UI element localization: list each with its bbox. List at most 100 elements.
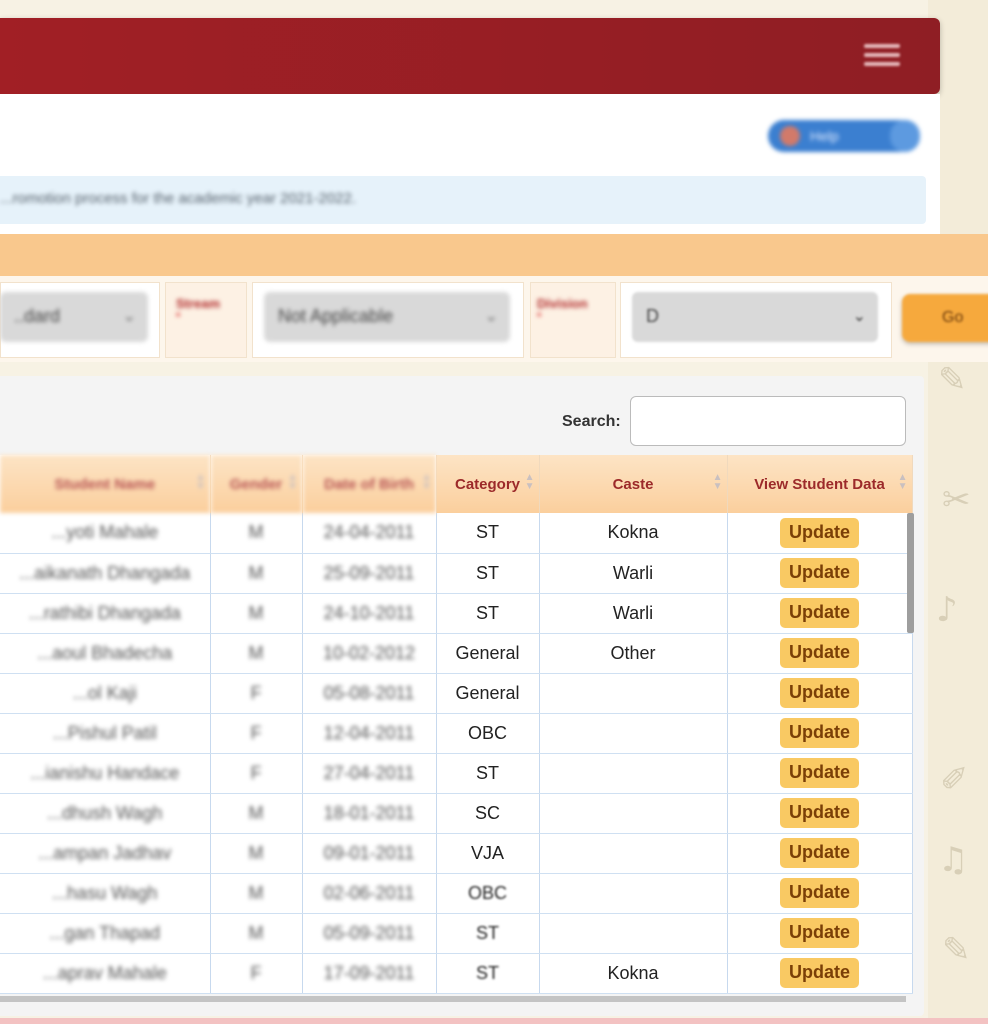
notice-banner: ...romotion process for the academic yea… (0, 176, 926, 224)
column-header[interactable]: Gender ▲ ▼ (210, 455, 303, 513)
stream-value: Not Applicable (278, 306, 394, 326)
table-row: ...yoti Mahale M 24-04-2011 ST Kokna Update (0, 513, 913, 554)
cell-caste (539, 713, 728, 754)
table-header-row: Student Name ▲ ▼ Gender ▲ ▼ Date of Birth ▲ ▼ Cat… (0, 455, 913, 513)
sort-icon: ▲ ▼ (524, 472, 535, 492)
update-button[interactable]: Update (779, 598, 859, 628)
standard-select[interactable]: ..dard ⌄ (0, 292, 148, 342)
cell-action: Update (727, 873, 913, 914)
update-button[interactable]: Update (779, 958, 859, 988)
update-button[interactable]: Update (779, 878, 859, 908)
table-row: ...aoul Bhadecha M 10-02-2012 General Other U… (0, 633, 913, 674)
update-button[interactable]: Update (779, 718, 859, 748)
cell-name: ...aoul Bhadecha (0, 633, 211, 674)
cell-gender: M (210, 793, 303, 834)
column-header-label: View Student Data (754, 475, 885, 493)
doodle-icon: ✐ (940, 760, 969, 800)
cell-category: ST (436, 593, 540, 634)
cell-caste: Warli (539, 593, 728, 634)
cell-name: ...ianishu Handace (0, 753, 211, 794)
cell-caste: Kokna (539, 513, 728, 554)
cell-gender: M (210, 873, 303, 914)
chevron-right-icon (890, 120, 920, 152)
cell-action: Update (727, 913, 913, 954)
cell-caste (539, 673, 728, 714)
table-row: ...ianishu Handace F 27-04-2011 ST Update (0, 753, 913, 794)
info-icon (780, 126, 800, 146)
cell-action: Update (727, 713, 913, 754)
stream-select[interactable]: Not Applicable ⌄ (264, 292, 510, 342)
cell-gender: F (210, 753, 303, 794)
cell-caste (539, 833, 728, 874)
update-button[interactable]: Update (779, 918, 859, 948)
cell-dob: 10-02-2012 (302, 633, 437, 674)
cell-caste: Other (539, 633, 728, 674)
horizontal-scrollbar[interactable] (0, 996, 906, 1002)
update-button[interactable]: Update (779, 758, 859, 788)
notice-text: ...romotion process for the academic yea… (0, 190, 357, 207)
column-header-label: Student Name (54, 475, 156, 493)
cell-category: OBC (436, 713, 540, 754)
update-button[interactable]: Update (779, 798, 859, 828)
update-button[interactable]: Update (779, 838, 859, 868)
column-header-label: Caste (612, 475, 654, 493)
cell-action: Update (727, 593, 913, 634)
cell-caste: Warli (539, 553, 728, 594)
cell-name: ...dhush Wagh (0, 793, 211, 834)
cell-dob: 24-10-2011 (302, 593, 437, 634)
table-row: ...Pishul Patil F 12-04-2011 OBC Update (0, 713, 913, 754)
column-header[interactable]: View Student Data ▲ ▼ (727, 455, 913, 513)
help-button[interactable]: Help (768, 120, 920, 152)
column-header[interactable]: Caste ▲ ▼ (539, 455, 728, 513)
students-table: Student Name ▲ ▼ Gender ▲ ▼ Date of Birth ▲ ▼ Cat… (0, 455, 913, 994)
table-row: ...ampan Jadhav M 09-01-2011 VJA Update (0, 833, 913, 874)
hamburger-icon[interactable] (864, 44, 900, 70)
cell-category: OBC (436, 873, 540, 914)
column-header[interactable]: Category ▲ ▼ (436, 455, 540, 513)
cell-name: ...aikanath Dhangada (0, 553, 211, 594)
cell-category: ST (436, 753, 540, 794)
cell-gender: M (210, 833, 303, 874)
cell-action: Update (727, 553, 913, 594)
table-row: ...aikanath Dhangada M 25-09-2011 ST Warli Up… (0, 553, 913, 594)
table-row: ...aprav Mahale F 17-09-2011 ST Kokna Update (0, 953, 913, 994)
cell-category: ST (436, 953, 540, 994)
column-header[interactable]: Date of Birth ▲ ▼ (302, 455, 437, 513)
cell-category: ST (436, 553, 540, 594)
go-button[interactable]: Go (902, 294, 988, 342)
table-row: ...gan Thapad M 05-09-2011 ST Update (0, 913, 913, 954)
cell-category: ST (436, 513, 540, 554)
vertical-scrollbar[interactable] (907, 513, 914, 633)
column-header[interactable]: Student Name ▲ ▼ (0, 455, 211, 513)
sort-icon: ▲ ▼ (712, 472, 723, 492)
cell-name: ...Pishul Patil (0, 713, 211, 754)
column-header-label: Date of Birth (324, 475, 414, 493)
cell-gender: F (210, 673, 303, 714)
cell-caste (539, 753, 728, 794)
update-button[interactable]: Update (779, 558, 859, 588)
update-button[interactable]: Update (779, 638, 859, 668)
page-bottom-border (0, 1018, 988, 1024)
cell-action: Update (727, 793, 913, 834)
table-row: ...ol Kaji F 05-08-2011 General Update (0, 673, 913, 714)
stream-label: Stream * (176, 296, 221, 323)
cell-dob: 05-08-2011 (302, 673, 437, 714)
chevron-down-icon: ⌄ (484, 308, 498, 325)
table-body: ...yoti Mahale M 24-04-2011 ST Kokna Update..… (0, 513, 913, 994)
cell-category: ST (436, 913, 540, 954)
cell-caste (539, 793, 728, 834)
division-select[interactable]: D ⌄ (632, 292, 878, 342)
cell-name: ...gan Thapad (0, 913, 211, 954)
cell-gender: F (210, 953, 303, 994)
cell-name: ...hasu Wagh (0, 873, 211, 914)
cell-gender: M (210, 593, 303, 634)
cell-gender: M (210, 553, 303, 594)
cell-name: ...ampan Jadhav (0, 833, 211, 874)
app-header (0, 18, 940, 94)
table-row: ...dhush Wagh M 18-01-2011 SC Update (0, 793, 913, 834)
update-button[interactable]: Update (779, 678, 859, 708)
standard-value: ..dard (14, 306, 61, 326)
update-button[interactable]: Update (779, 517, 859, 548)
sort-icon: ▲ ▼ (195, 472, 206, 492)
search-input[interactable] (630, 396, 906, 446)
